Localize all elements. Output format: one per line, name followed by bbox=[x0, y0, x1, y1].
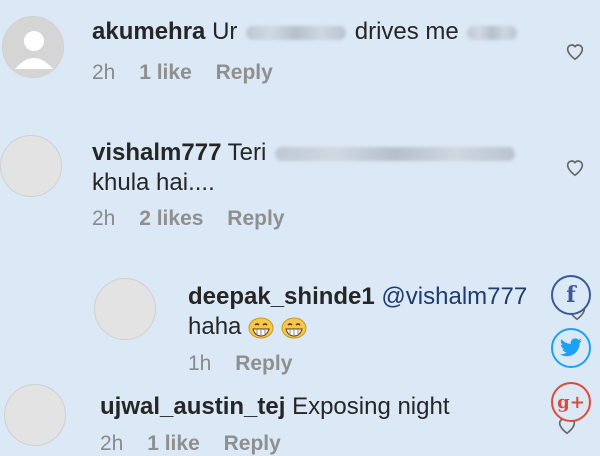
comment-meta: 2h 1 like Reply bbox=[100, 432, 299, 456]
blurred-text bbox=[467, 25, 518, 40]
avatar[interactable] bbox=[94, 278, 156, 340]
username[interactable]: vishalm777 bbox=[92, 139, 221, 166]
comment-meta: 2h 2 likes Reply bbox=[92, 207, 302, 231]
comment-meta: 1h Reply bbox=[188, 352, 310, 376]
likes-count[interactable]: 1 like bbox=[147, 432, 200, 455]
comment-text: vishalm777 Teri khula hai.... bbox=[92, 138, 517, 198]
grinning-emoji-icon bbox=[281, 317, 307, 339]
facebook-share-button[interactable]: f bbox=[551, 275, 591, 315]
comment-text-part: Teri bbox=[227, 139, 267, 166]
like-heart-icon[interactable] bbox=[564, 40, 586, 62]
comment-text: deepak_shinde1 @vishalm777 haha bbox=[188, 282, 527, 342]
google-plus-icon: g+ bbox=[557, 391, 585, 413]
comment-text-part: Exposing night bbox=[292, 393, 450, 420]
google-plus-share-button[interactable]: g+ bbox=[551, 382, 591, 422]
facebook-icon: f bbox=[566, 282, 576, 308]
reply-button[interactable]: Reply bbox=[235, 352, 292, 375]
timestamp: 2h bbox=[92, 61, 116, 84]
username[interactable]: akumehra bbox=[92, 18, 205, 45]
grinning-emoji-icon bbox=[248, 317, 274, 339]
avatar[interactable] bbox=[2, 16, 64, 78]
comment-text: akumehra Ur drives me bbox=[92, 17, 519, 47]
reply-button[interactable]: Reply bbox=[224, 432, 281, 455]
username[interactable]: deepak_shinde1 bbox=[188, 283, 375, 310]
twitter-icon bbox=[560, 338, 582, 357]
timestamp: 2h bbox=[92, 207, 116, 230]
comment-text-part: khula hai.... bbox=[92, 169, 215, 196]
comment-text: ujwal_austin_tej Exposing night bbox=[100, 392, 450, 422]
like-heart-icon[interactable] bbox=[564, 156, 586, 178]
reply-button[interactable]: Reply bbox=[227, 207, 284, 230]
username[interactable]: ujwal_austin_tej bbox=[100, 393, 285, 420]
reply-button[interactable]: Reply bbox=[216, 61, 273, 84]
default-avatar-icon bbox=[3, 17, 63, 77]
blurred-text bbox=[246, 25, 347, 40]
comment-meta: 2h 1 like Reply bbox=[92, 61, 291, 85]
timestamp: 2h bbox=[100, 432, 124, 455]
twitter-share-button[interactable] bbox=[551, 328, 591, 368]
blurred-text bbox=[275, 146, 515, 161]
mention-link[interactable]: @vishalm777 bbox=[381, 283, 527, 310]
comment-text-part: Ur bbox=[212, 18, 238, 45]
comment-text-part: haha bbox=[188, 313, 242, 340]
avatar[interactable] bbox=[4, 384, 66, 446]
timestamp: 1h bbox=[188, 352, 212, 375]
avatar[interactable] bbox=[0, 135, 62, 197]
comment-text-part: drives me bbox=[354, 18, 459, 45]
likes-count[interactable]: 2 likes bbox=[139, 207, 203, 230]
likes-count[interactable]: 1 like bbox=[139, 61, 192, 84]
